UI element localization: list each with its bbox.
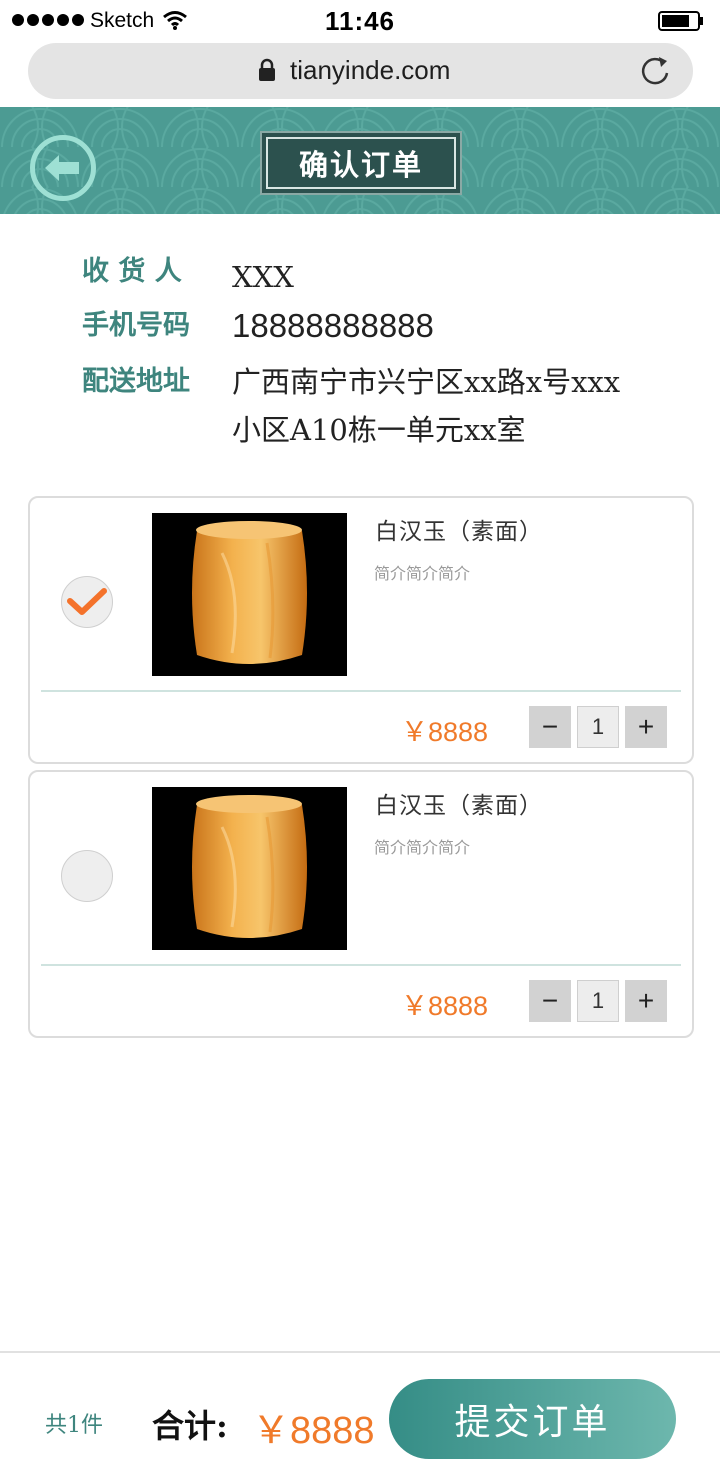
quantity-value[interactable]: 1 — [577, 706, 619, 748]
jade-stool-image — [192, 521, 307, 664]
checkmark-icon — [67, 588, 107, 615]
jade-stool-image — [192, 795, 307, 938]
recipient-name-label: 收 货 人 — [82, 256, 182, 287]
back-arrow-icon — [45, 155, 79, 181]
product-image[interactable] — [152, 513, 347, 676]
recipient-address-row: 配送地址 广西南宁市兴宁区xx路x号xxx 小区A10栋一单元xx室 — [82, 358, 620, 454]
status-bar: Sketch 11:46 — [0, 0, 720, 42]
product-image[interactable] — [152, 787, 347, 950]
product-description: 简介简介简介 — [374, 566, 471, 583]
recipient-phone-value: 18888888888 — [232, 307, 434, 344]
page-title-box: 确认订单 — [260, 131, 462, 195]
submit-order-button[interactable]: 提交订单 — [389, 1379, 676, 1459]
item-count: 共1件 — [45, 1413, 103, 1438]
clock: 11:46 — [324, 6, 396, 36]
product-name: 白汉玉（素面） — [375, 793, 543, 819]
divider — [41, 690, 681, 692]
reload-icon[interactable] — [637, 53, 673, 94]
cart-item-card: 白汉玉（素面） 简介简介简介 ￥8888 − 1 + — [28, 496, 694, 764]
recipient-phone-row: 手机号码 18888888888 — [82, 302, 434, 350]
quantity-value[interactable]: 1 — [577, 980, 619, 1022]
select-checkbox[interactable] — [61, 850, 113, 902]
increase-quantity-button[interactable]: + — [625, 980, 667, 1022]
recipient-address-value: 广西南宁市兴宁区xx路x号xxx 小区A10栋一单元xx室 — [232, 358, 620, 454]
product-price: ￥8888 — [401, 991, 489, 1021]
address-line-1: 广西南宁市兴宁区xx路x号xxx — [232, 365, 621, 399]
product-price: ￥8888 — [401, 717, 489, 747]
checkout-bar: 共1件 合计: ￥8888 提交订单 — [0, 1351, 720, 1484]
select-checkbox[interactable] — [61, 576, 113, 628]
page-title: 确认订单 — [298, 148, 423, 182]
address-line-2: 小区A10栋一单元xx室 — [232, 413, 526, 447]
decrease-quantity-button[interactable]: − — [529, 980, 571, 1022]
cart-item-card: 白汉玉（素面） 简介简介简介 ￥8888 − 1 + — [28, 770, 694, 1038]
quantity-stepper: − 1 + — [529, 706, 667, 748]
recipient-name-value: XXX — [232, 260, 294, 294]
product-name: 白汉玉（素面） — [375, 519, 543, 545]
total-label: 合计: — [152, 1407, 228, 1445]
recipient-address-label: 配送地址 — [82, 366, 190, 397]
product-description: 简介简介简介 — [374, 840, 471, 857]
url-text: tianyinde.com — [290, 55, 451, 85]
battery-icon — [658, 11, 704, 31]
recipient-phone-label: 手机号码 — [82, 310, 190, 341]
divider — [41, 964, 681, 966]
back-button[interactable] — [30, 135, 96, 201]
lock-icon — [258, 58, 276, 87]
total-price: ￥8888 — [252, 1410, 375, 1452]
address-bar[interactable]: tianyinde.com — [28, 43, 693, 99]
recipient-name-row: 收 货 人 XXX — [82, 253, 294, 301]
quantity-stepper: − 1 + — [529, 980, 667, 1022]
decrease-quantity-button[interactable]: − — [529, 706, 571, 748]
increase-quantity-button[interactable]: + — [625, 706, 667, 748]
page-header: 确认订单 — [0, 107, 720, 214]
